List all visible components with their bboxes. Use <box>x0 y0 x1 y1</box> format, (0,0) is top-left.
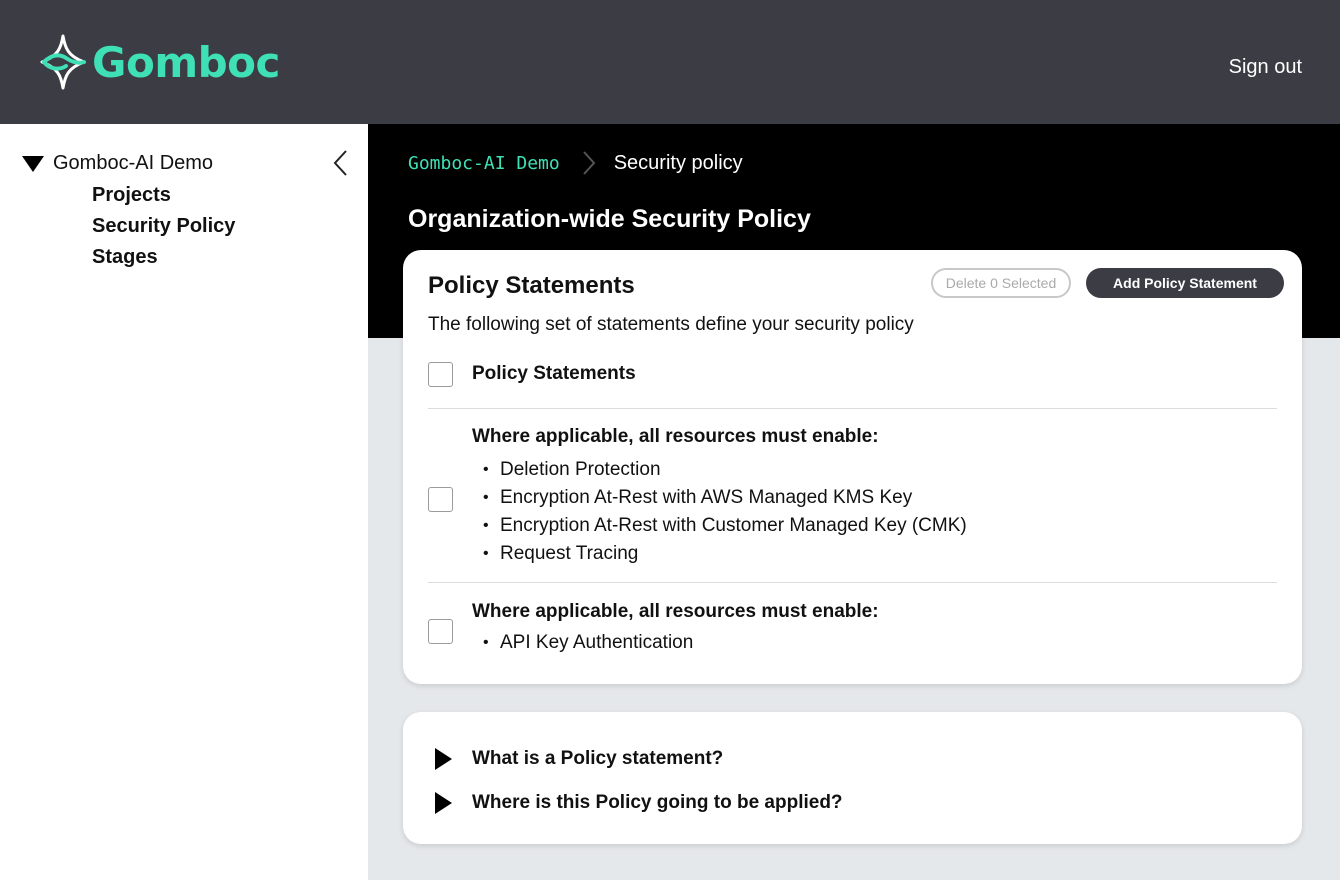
statement-item: Encryption At-Rest with AWS Managed KMS … <box>483 484 967 512</box>
statement-item: Deletion Protection <box>483 456 967 484</box>
select-all-checkbox[interactable] <box>428 362 453 387</box>
add-policy-statement-button[interactable]: Add Policy Statement <box>1086 268 1284 298</box>
collapse-sidebar-button[interactable] <box>330 148 352 178</box>
sidebar: Gomboc-AI Demo Projects Security Policy … <box>0 124 368 880</box>
breadcrumb-current: Security policy <box>613 151 743 174</box>
faq-toggle-policy-applied[interactable]: Where is this Policy going to be applied… <box>435 792 843 814</box>
faq-toggle-policy-statement[interactable]: What is a Policy statement? <box>435 748 723 770</box>
row-divider <box>428 408 1277 409</box>
collapsed-triangle-icon <box>435 748 452 770</box>
faq-question: What is a Policy statement? <box>472 748 724 769</box>
column-header: Policy Statements <box>472 363 636 384</box>
faq-card: What is a Policy statement? Where is thi… <box>403 712 1302 844</box>
brand-logo[interactable]: Gomboc <box>38 34 280 90</box>
expanded-triangle-icon <box>22 155 44 172</box>
statement-item: Encryption At-Rest with Customer Managed… <box>483 512 967 540</box>
statement-checkbox[interactable] <box>428 487 453 512</box>
sidebar-item-security-policy[interactable]: Security Policy <box>92 215 235 238</box>
sign-out-link[interactable]: Sign out <box>1229 56 1302 79</box>
statement-heading: Where applicable, all resources must ena… <box>472 601 879 622</box>
statement-item-list: API Key Authentication <box>483 629 693 657</box>
sidebar-org-name: Gomboc-AI Demo <box>53 152 214 174</box>
chevron-left-icon <box>333 150 347 176</box>
statement-item: Request Tracing <box>483 540 967 568</box>
policy-statements-card: Policy Statements Delete 0 Selected Add … <box>403 250 1302 684</box>
breadcrumb: Gomboc-AI Demo Security policy <box>408 150 743 176</box>
statement-checkbox[interactable] <box>428 619 453 644</box>
statement-item-list: Deletion Protection Encryption At-Rest w… <box>483 456 967 568</box>
sidebar-org-toggle[interactable]: Gomboc-AI Demo <box>22 152 213 175</box>
sidebar-item-stages[interactable]: Stages <box>92 246 158 269</box>
page-title: Organization-wide Security Policy <box>408 205 811 233</box>
sidebar-item-projects[interactable]: Projects <box>92 184 171 207</box>
chevron-right-icon <box>582 151 596 175</box>
brand-name: Gomboc <box>92 37 280 87</box>
collapsed-triangle-icon <box>435 792 452 814</box>
card-description: The following set of statements define y… <box>428 314 914 335</box>
top-header: Gomboc Sign out <box>0 0 1340 124</box>
statement-item: API Key Authentication <box>483 629 693 657</box>
statement-heading: Where applicable, all resources must ena… <box>472 426 879 447</box>
row-divider <box>428 582 1277 583</box>
delete-selected-button[interactable]: Delete 0 Selected <box>931 268 1071 298</box>
gomboc-logo-icon <box>40 34 86 90</box>
faq-question: Where is this Policy going to be applied… <box>472 792 843 813</box>
card-title: Policy Statements <box>428 272 635 299</box>
breadcrumb-root-link[interactable]: Gomboc-AI Demo <box>408 153 560 174</box>
